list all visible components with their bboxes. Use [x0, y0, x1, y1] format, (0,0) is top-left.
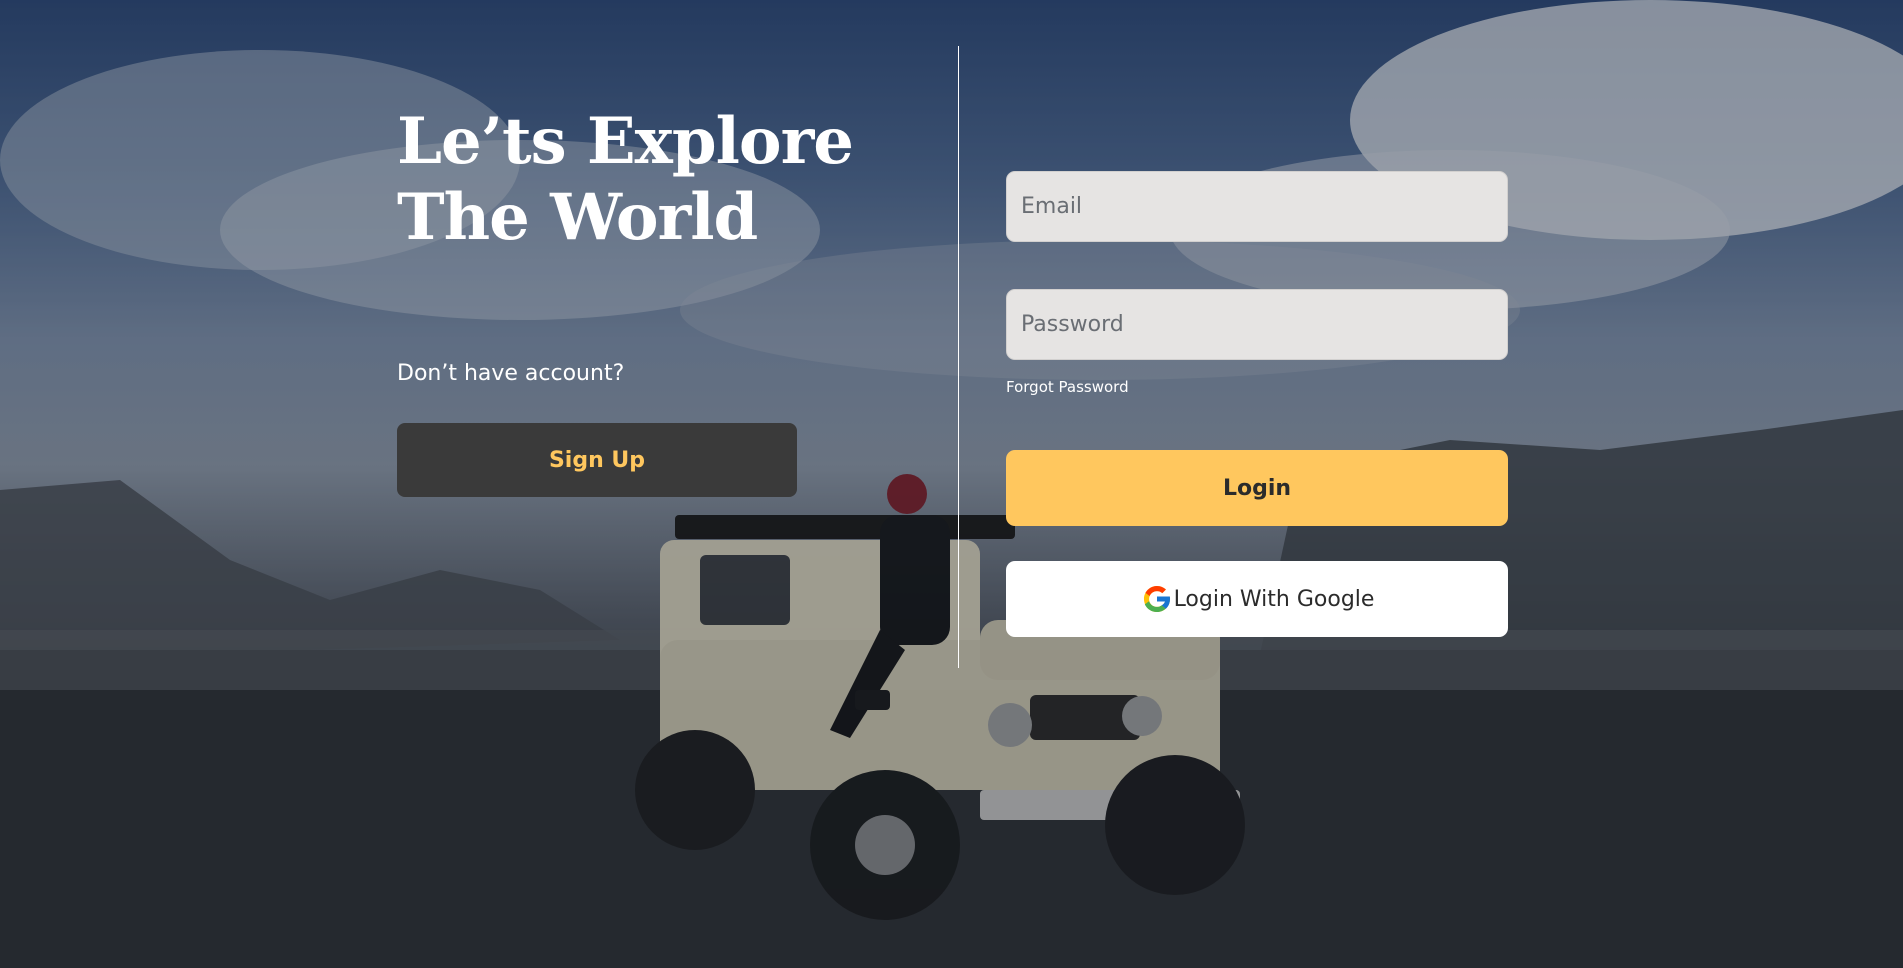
background-photo: [0, 0, 1903, 968]
hero-title-line-2: The World: [397, 180, 758, 255]
background-dim-overlay: [0, 0, 1903, 968]
google-login-label: Login With Google: [1173, 586, 1375, 612]
hero-title-line-1: Le’ts Explore: [397, 104, 854, 179]
hero-title: Le’ts Explore The World: [397, 104, 854, 256]
vertical-divider: [958, 46, 959, 668]
google-login-button[interactable]: Login With Google: [1006, 561, 1508, 637]
forgot-password-link[interactable]: Forgot Password: [1006, 378, 1129, 396]
password-input[interactable]: [1006, 289, 1508, 360]
signup-prompt: Don’t have account?: [397, 361, 625, 386]
google-g-icon: [1140, 582, 1174, 616]
email-input[interactable]: [1006, 171, 1508, 242]
login-button[interactable]: Login: [1006, 450, 1508, 526]
signup-button[interactable]: Sign Up: [397, 423, 797, 497]
